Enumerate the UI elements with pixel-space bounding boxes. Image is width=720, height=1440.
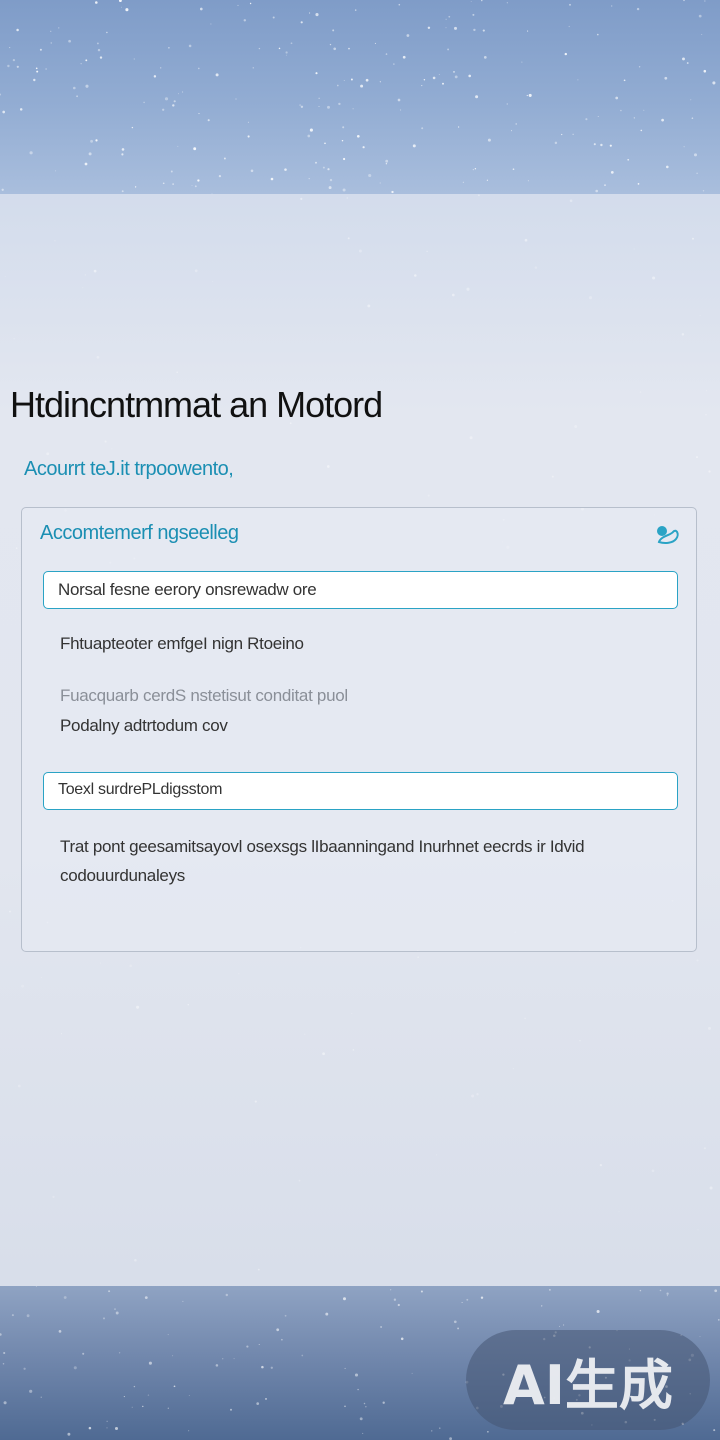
info-line-3: Podalny adtrtodum cov [60,716,228,735]
page-title: Htdincntmmat an Motord [10,384,383,425]
header-sky-banner [0,0,720,194]
ai-generated-watermark: AI生成 [466,1330,710,1430]
info-line-1: Fhtuapteoter emfgeI nign Rtoeino [60,634,304,653]
secondary-text-field[interactable]: Toexl surdrePLdigsstom [43,772,678,810]
description-line-2: codouurdunaleys [60,866,185,885]
description-line-1: Trat pont geesamitsayovl osexsgs lIbaann… [60,837,585,856]
account-settings-panel: Accomtemerf ngseelleg Norsal fesne eeror… [21,507,697,952]
primary-text-field-value: Norsal fesne eerory onsrewadw ore [58,580,317,599]
info-line-2: Fuacquarb cerdS nstetisut conditat puol [60,686,348,705]
primary-text-field[interactable]: Norsal fesne eerory onsrewadw ore [43,571,678,609]
search-person-icon[interactable] [653,522,681,548]
watermark-text: AI生成 [503,1353,673,1417]
panel-title: Accomtemerf ngseelleg [40,522,239,544]
secondary-text-field-value: Toexl surdrePLdigsstom [58,781,223,798]
page-subtitle: Acourrt teJ.it trpoowento, [24,458,234,480]
